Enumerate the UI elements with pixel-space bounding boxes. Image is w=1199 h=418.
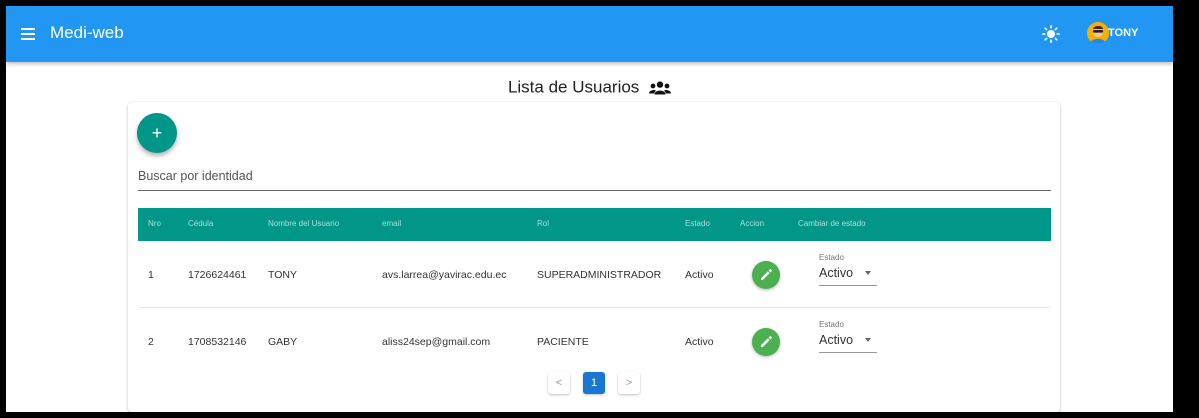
user-name[interactable]: TONY: [1108, 27, 1138, 39]
users-table: Nro Cédula Nombre del Usuario email Rol …: [138, 208, 1051, 374]
cell-nro: 1: [148, 269, 154, 281]
cell-cedula: 1708532146: [188, 336, 247, 348]
header-estado[interactable]: Estado: [685, 219, 710, 228]
cell-rol: PACIENTE: [537, 336, 589, 348]
header-cedula[interactable]: Cédula: [188, 219, 213, 228]
avatar-icon[interactable]: [1087, 22, 1109, 44]
cell-rol: SUPERADMINISTRADOR: [537, 269, 662, 281]
estado-select[interactable]: [819, 318, 877, 354]
header-accion[interactable]: Accion: [740, 219, 764, 228]
cell-estado: Activo: [685, 269, 714, 281]
header-rol[interactable]: Rol: [537, 219, 549, 228]
pencil-icon: [761, 269, 772, 280]
table-row: 1 1726624461 TONY avs.larrea@yavirac.edu…: [138, 241, 1051, 308]
cell-nro: 2: [148, 336, 154, 348]
users-icon: [649, 80, 672, 95]
cell-nombre: GABY: [268, 336, 298, 348]
cell-cedula: 1726624461: [188, 269, 247, 281]
app-window: Medi-web TONY Lista de Usuarios + Buscar…: [6, 6, 1173, 412]
add-user-button[interactable]: +: [137, 113, 177, 153]
pagination-next[interactable]: >: [618, 372, 640, 394]
header-cambiar-estado[interactable]: Cambiar de estado: [798, 219, 866, 228]
app-bar: Medi-web TONY: [6, 6, 1173, 62]
pencil-icon: [761, 336, 772, 347]
cell-estado: Activo: [685, 336, 714, 348]
table-row: 2 1708532146 GABY aliss24sep@gmail.com P…: [138, 308, 1051, 374]
search-input[interactable]: [138, 164, 1050, 188]
pagination-prev[interactable]: <: [548, 372, 570, 394]
header-nro[interactable]: Nro: [148, 219, 161, 228]
pagination-page-1[interactable]: 1: [583, 372, 605, 394]
menu-icon[interactable]: [21, 28, 35, 40]
table-header: Nro Cédula Nombre del Usuario email Rol …: [138, 208, 1051, 241]
estado-select[interactable]: [819, 251, 877, 287]
header-nombre[interactable]: Nombre del Usuario: [268, 219, 339, 228]
edit-button[interactable]: [752, 261, 780, 289]
sun-icon[interactable]: [1042, 25, 1060, 43]
header-email[interactable]: email: [382, 219, 401, 228]
page-title-text: Lista de Usuarios: [507, 77, 640, 97]
page-title: Lista de Usuarios: [6, 77, 1173, 98]
cell-nombre: TONY: [268, 269, 297, 281]
cell-email: aliss24sep@gmail.com: [382, 336, 491, 348]
edit-button[interactable]: [752, 328, 780, 356]
cell-email: avs.larrea@yavirac.edu.ec: [382, 269, 507, 281]
users-card: + Buscar por identidad Nro Cédula Nombre…: [128, 102, 1060, 412]
app-title[interactable]: Medi-web: [50, 23, 124, 43]
search-underline: [138, 190, 1051, 191]
